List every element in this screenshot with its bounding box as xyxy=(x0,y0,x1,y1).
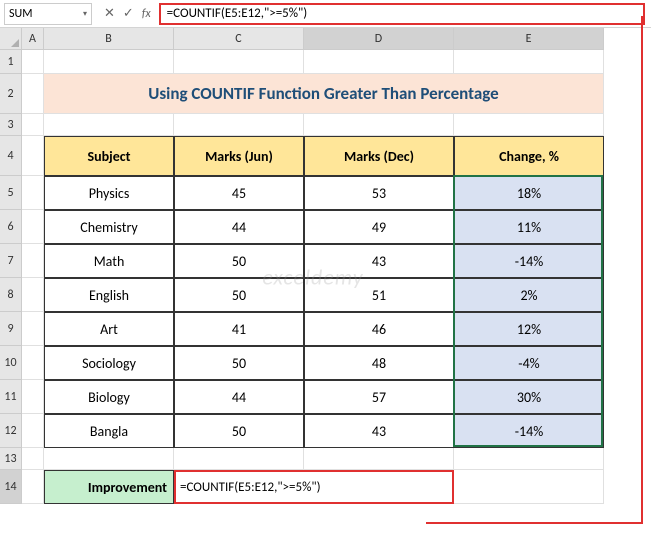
cells-grid[interactable]: exceldemy Using COUNTIF Function Greater… xyxy=(22,50,604,504)
subject-cell[interactable]: Sociology xyxy=(44,346,174,380)
cell-A3[interactable] xyxy=(22,114,44,136)
dec-cell[interactable]: 43 xyxy=(304,244,454,278)
row-header-10[interactable]: 10 xyxy=(0,346,22,380)
cell-B3[interactable] xyxy=(44,114,174,136)
change-cell[interactable]: 2% xyxy=(454,278,604,312)
cell-E13[interactable] xyxy=(454,448,604,470)
cell-B13[interactable] xyxy=(44,448,174,470)
cell-A8[interactable] xyxy=(22,278,44,312)
header-dec[interactable]: Marks (Dec) xyxy=(304,136,454,176)
jun-cell[interactable]: 50 xyxy=(174,244,304,278)
row-header-3[interactable]: 3 xyxy=(0,114,22,136)
cell-A4[interactable] xyxy=(22,136,44,176)
improvement-value[interactable]: =COUNTIF(E5:E12,">=5%") xyxy=(174,470,454,504)
dec-cell[interactable]: 46 xyxy=(304,312,454,346)
fx-icon[interactable]: fx xyxy=(142,7,151,21)
row-header-4[interactable]: 4 xyxy=(0,136,22,176)
row-header-7[interactable]: 7 xyxy=(0,244,22,278)
header-subject[interactable]: Subject xyxy=(44,136,174,176)
chevron-down-icon[interactable]: ▾ xyxy=(83,9,87,19)
name-box[interactable]: SUM ▾ xyxy=(4,3,92,25)
cell-A6[interactable] xyxy=(22,210,44,244)
row-header-12[interactable]: 12 xyxy=(0,414,22,448)
jun-cell[interactable]: 44 xyxy=(174,210,304,244)
row-header-13[interactable]: 13 xyxy=(0,448,22,470)
improvement-label[interactable]: Improvement xyxy=(44,470,174,504)
title-cell[interactable]: Using COUNTIF Function Greater Than Perc… xyxy=(44,74,604,114)
cell-A2[interactable] xyxy=(22,74,44,114)
cell-C13[interactable] xyxy=(174,448,304,470)
column-header-D[interactable]: D xyxy=(304,28,454,50)
change-cell[interactable]: 30% xyxy=(454,380,604,414)
jun-cell[interactable]: 41 xyxy=(174,312,304,346)
subject-cell[interactable]: Bangla xyxy=(44,414,174,448)
select-all-corner[interactable] xyxy=(0,28,22,50)
formula-input[interactable]: =COUNTIF(E5:E12,">=5%") xyxy=(159,3,645,25)
cancel-icon[interactable]: ✕ xyxy=(104,6,115,21)
dec-cell[interactable]: 43 xyxy=(304,414,454,448)
row-header-6[interactable]: 6 xyxy=(0,210,22,244)
cell-A11[interactable] xyxy=(22,380,44,414)
dec-cell[interactable]: 57 xyxy=(304,380,454,414)
header-change[interactable]: Change, % xyxy=(454,136,604,176)
row-header-11[interactable]: 11 xyxy=(0,380,22,414)
subject-cell[interactable]: Art xyxy=(44,312,174,346)
row-header-8[interactable]: 8 xyxy=(0,278,22,312)
column-header-A[interactable]: A xyxy=(22,28,44,50)
change-cell[interactable]: -14% xyxy=(454,414,604,448)
subject-cell[interactable]: Chemistry xyxy=(44,210,174,244)
dec-cell[interactable]: 53 xyxy=(304,176,454,210)
row-header-14[interactable]: 14 xyxy=(0,470,22,504)
column-headers: ABCDE xyxy=(22,28,604,50)
column-header-B[interactable]: B xyxy=(44,28,174,50)
cell-E3[interactable] xyxy=(454,114,604,136)
dec-cell[interactable]: 51 xyxy=(304,278,454,312)
jun-cell[interactable]: 44 xyxy=(174,380,304,414)
subject-cell[interactable]: Physics xyxy=(44,176,174,210)
change-cell[interactable]: 18% xyxy=(454,176,604,210)
dec-cell[interactable]: 49 xyxy=(304,210,454,244)
jun-cell[interactable]: 50 xyxy=(174,414,304,448)
change-cell[interactable]: 12% xyxy=(454,312,604,346)
row-header-2[interactable]: 2 xyxy=(0,74,22,114)
row-headers: 1234567891011121314 xyxy=(0,50,22,504)
subject-cell[interactable]: English xyxy=(44,278,174,312)
enter-icon[interactable]: ✓ xyxy=(123,6,134,21)
cell-B1[interactable] xyxy=(44,50,174,74)
change-cell[interactable]: -4% xyxy=(454,346,604,380)
row-header-1[interactable]: 1 xyxy=(0,50,22,74)
change-cell[interactable]: -14% xyxy=(454,244,604,278)
cell-A1[interactable] xyxy=(22,50,44,74)
row-header-9[interactable]: 9 xyxy=(0,312,22,346)
cell-D13[interactable] xyxy=(304,448,454,470)
formula-bar-icons: ✕ ✓ fx xyxy=(96,6,159,21)
cell-C3[interactable] xyxy=(174,114,304,136)
cell-A13[interactable] xyxy=(22,448,44,470)
cell-A9[interactable] xyxy=(22,312,44,346)
jun-cell[interactable]: 50 xyxy=(174,346,304,380)
subject-cell[interactable]: Math xyxy=(44,244,174,278)
cell-A5[interactable] xyxy=(22,176,44,210)
jun-cell[interactable]: 45 xyxy=(174,176,304,210)
cell-E14[interactable] xyxy=(454,470,604,504)
cell-A7[interactable] xyxy=(22,244,44,278)
cell-D3[interactable] xyxy=(304,114,454,136)
cell-A14[interactable] xyxy=(22,470,44,504)
jun-cell[interactable]: 50 xyxy=(174,278,304,312)
cell-E1[interactable] xyxy=(454,50,604,74)
cell-D1[interactable] xyxy=(304,50,454,74)
column-header-E[interactable]: E xyxy=(454,28,604,50)
cell-A10[interactable] xyxy=(22,346,44,380)
header-jun[interactable]: Marks (Jun) xyxy=(174,136,304,176)
formula-bar: SUM ▾ ✕ ✓ fx =COUNTIF(E5:E12,">=5%") xyxy=(0,0,651,28)
cell-C1[interactable] xyxy=(174,50,304,74)
subject-cell[interactable]: Biology xyxy=(44,380,174,414)
dec-cell[interactable]: 48 xyxy=(304,346,454,380)
worksheet: 1234567891011121314 ABCDE exceldemy Usin… xyxy=(0,28,651,544)
row-header-5[interactable]: 5 xyxy=(0,176,22,210)
change-cell[interactable]: 11% xyxy=(454,210,604,244)
name-box-text: SUM xyxy=(9,7,83,21)
column-header-C[interactable]: C xyxy=(174,28,304,50)
cell-A12[interactable] xyxy=(22,414,44,448)
